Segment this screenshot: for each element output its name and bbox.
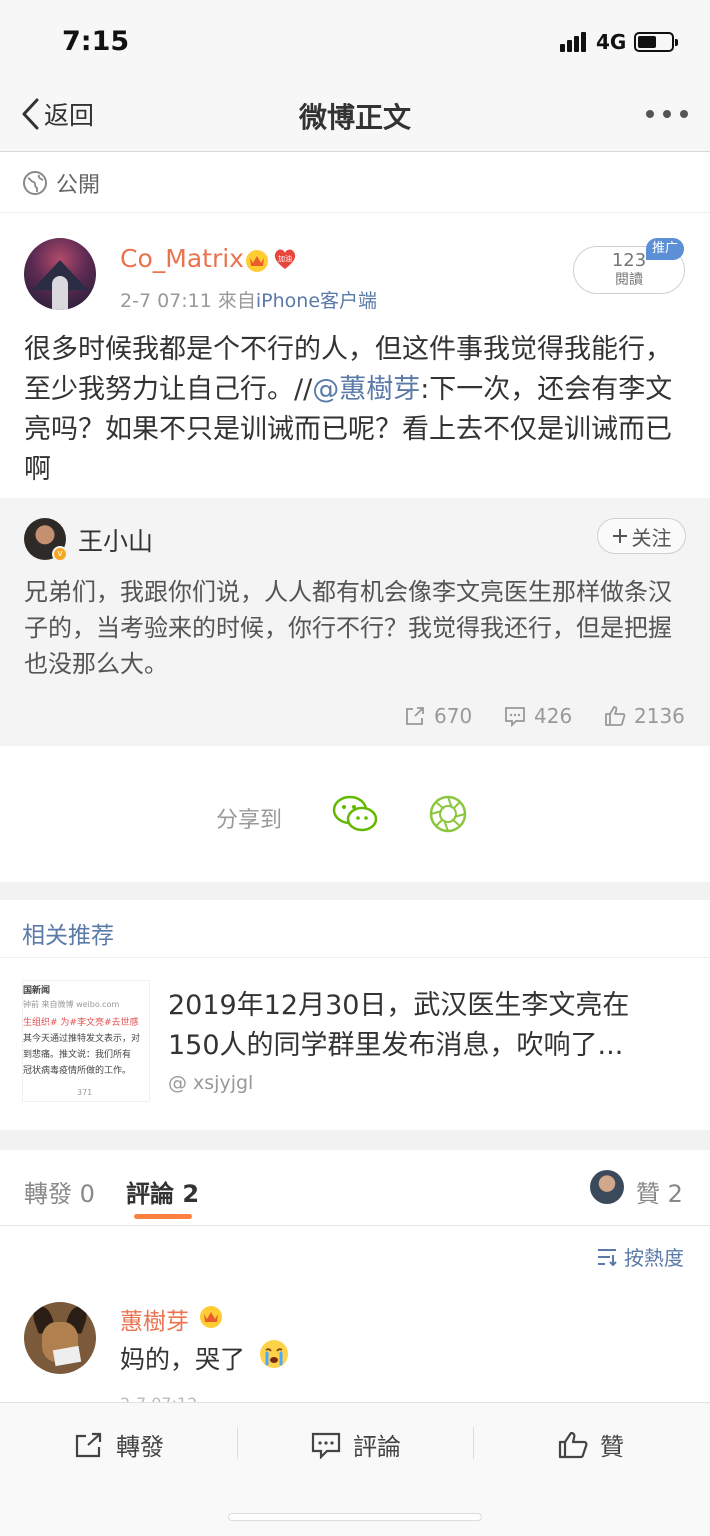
sort-icon (598, 1248, 617, 1266)
post-from-label: 來自 (217, 290, 256, 312)
visibility-row: 公開 (0, 153, 710, 213)
reads-label: 閱讀 (615, 272, 643, 288)
verified-icon: v (52, 546, 68, 562)
thumbs-up-icon (605, 706, 626, 726)
visibility-label: 公開 (56, 172, 101, 198)
status-time: 7:15 (62, 26, 130, 57)
sort-button[interactable]: 按熱度 (596, 1242, 684, 1271)
post-text: 很多时候我都是个不行的人，但这件事我觉得我能行，至少我努力让自己行。//@蕙樹芽… (24, 334, 673, 485)
like-count-button[interactable]: 2136 (604, 704, 685, 728)
moments-icon[interactable] (428, 794, 468, 834)
related-headline: 2019年12月30日，武汉医生李文亮在150人的同学群里发布消息，吹响了... (168, 990, 630, 1061)
chevron-left-icon (22, 98, 39, 130)
commenter-username[interactable]: 蕙樹芽 (120, 1302, 189, 1336)
status-bar: 7:15 4G (0, 0, 710, 80)
comment-count-button[interactable]: 426 (504, 704, 572, 728)
share-out-icon (75, 1432, 102, 1457)
mention-link[interactable]: @蕙樹芽 (312, 374, 420, 405)
share-row: 分享到 (0, 746, 710, 882)
tab-comments[interactable]: 評論 2 (126, 1174, 199, 1209)
related-title-label: 相关推荐 (22, 923, 114, 949)
signal-icon (560, 30, 590, 52)
toolbar-divider (473, 1427, 474, 1459)
nav-bar: 返回 微博正文 (0, 80, 710, 152)
back-label: 返回 (44, 101, 95, 130)
crown-badge-icon[interactable] (198, 1304, 224, 1328)
avatar[interactable] (24, 238, 96, 310)
back-button[interactable]: 返回 (20, 94, 94, 134)
tab-reposts[interactable]: 轉發 0 (24, 1174, 95, 1209)
interaction-tabs: 轉發 0 評論 2 贊 2 (0, 1150, 710, 1226)
post-source[interactable]: iPhone客户端 (256, 290, 377, 312)
sort-label: 按熱度 (624, 1246, 684, 1270)
active-tab-indicator (134, 1214, 192, 1219)
globe-icon (23, 170, 47, 195)
related-thumbnail: 国新闻 钟前 来自微博 weibo.com 生组织# 为#李文亮#去世感 其今天… (22, 980, 150, 1102)
wechat-icon[interactable] (332, 794, 378, 834)
share-label: 分享到 (216, 808, 283, 833)
crown-badge-icon[interactable] (244, 248, 270, 272)
follow-button[interactable]: 关注 (597, 518, 686, 554)
repost-username[interactable]: 王小山 (78, 522, 153, 558)
repost-avatar[interactable]: v (24, 518, 68, 562)
repost-text: 兄弟们，我跟你们说，人人都有机会像李文亮医生那样做条汉子的，当考验来的时候，你行… (24, 578, 672, 678)
section-divider (0, 1130, 710, 1150)
repost-count-button[interactable]: 670 (404, 704, 472, 728)
more-icon[interactable] (646, 110, 688, 118)
home-indicator[interactable] (228, 1513, 482, 1521)
thumbs-up-icon (558, 1431, 588, 1458)
promo-badge[interactable]: 推广 (646, 238, 685, 260)
battery-icon (634, 32, 678, 52)
plus-icon (612, 529, 627, 543)
comment-button[interactable]: 評論 (311, 1427, 401, 1462)
crying-emoji-icon (260, 1340, 288, 1368)
heart-badge-icon[interactable]: 加油 (272, 247, 298, 271)
comment-text: 妈的，哭了 (120, 1345, 246, 1374)
comment-icon (311, 1432, 341, 1459)
commenter-avatar[interactable] (24, 1302, 96, 1374)
related-header: 相关推荐 (0, 900, 710, 958)
section-divider (0, 882, 710, 900)
liker-avatar[interactable] (590, 1170, 624, 1204)
reposted-card[interactable]: v 王小山 关注 兄弟们，我跟你们说，人人都有机会像李文亮医生那样做条汉子的，当… (0, 498, 710, 746)
related-item[interactable]: 国新闻 钟前 来自微博 weibo.com 生组织# 为#李文亮#去世感 其今天… (0, 958, 710, 1130)
comment-icon (505, 707, 525, 727)
toolbar-divider (237, 1427, 238, 1459)
post-username[interactable]: Co_Matrix (120, 244, 244, 273)
tab-likes[interactable]: 贊 2 (636, 1174, 683, 1209)
post-date: 2-7 07:11 (120, 290, 212, 312)
repost-stats: 670 426 2136 (0, 704, 710, 730)
heart-badge-text: 加油 (278, 254, 292, 263)
repost-button[interactable]: 轉發 (74, 1427, 164, 1462)
like-button[interactable]: 贊 (558, 1427, 624, 1462)
related-source: @ xsjyjgl (168, 1072, 254, 1094)
post-meta: 2-7 07:11 來自iPhone客户端 (120, 286, 377, 313)
page-title: 微博正文 (298, 101, 411, 134)
bottom-toolbar: 轉發 評論 贊 (0, 1402, 710, 1536)
network-type: 4G (596, 30, 627, 54)
share-out-icon (406, 707, 424, 725)
